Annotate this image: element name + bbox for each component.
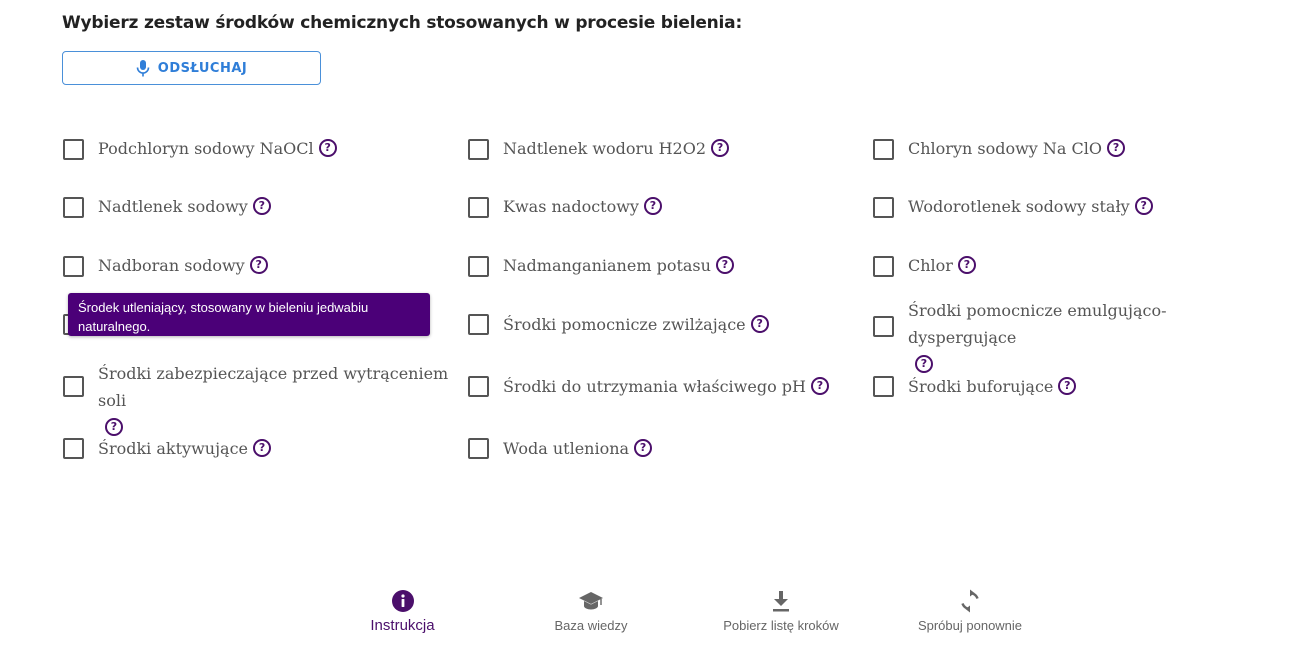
- help-icon[interactable]: ?: [634, 438, 653, 457]
- option-checkbox[interactable]: [468, 139, 489, 160]
- option-checkbox[interactable]: [63, 438, 84, 459]
- option-label: Nadboran sodowy: [98, 256, 245, 275]
- help-icon[interactable]: ?: [915, 354, 933, 373]
- help-icon[interactable]: ?: [253, 438, 272, 457]
- option-label: Podchloryn sodowy NaOCl: [98, 139, 314, 158]
- option-label: Woda utleniona: [503, 439, 630, 458]
- option-label: Środki aktywujące: [98, 439, 249, 458]
- option-label: Kwas nadoctowy: [503, 197, 639, 216]
- info-icon: [390, 588, 416, 614]
- option-label: Nadtlenek sodowy: [98, 197, 248, 216]
- listen-button[interactable]: ODSŁUCHAJ: [62, 51, 321, 85]
- option-checkbox[interactable]: [873, 376, 894, 397]
- option-checkbox[interactable]: [873, 316, 894, 337]
- help-icon[interactable]: ?: [750, 314, 769, 333]
- download-icon: [768, 588, 794, 614]
- retry-label: Spróbuj ponownie: [917, 618, 1023, 633]
- question-title: Wybierz zestaw środków chemicznych stoso…: [62, 13, 743, 33]
- option-checkbox[interactable]: [873, 197, 894, 218]
- option-checkbox[interactable]: [873, 256, 894, 277]
- help-icon[interactable]: ?: [252, 196, 271, 215]
- option-label: Środki zabezpieczające przed wytrąceniem…: [98, 364, 449, 410]
- knowledge-base-label: Baza wiedzy: [554, 618, 628, 633]
- retry-button[interactable]: Spróbuj ponownie: [913, 588, 1027, 633]
- download-steps-button[interactable]: Pobierz listę kroków: [718, 588, 844, 633]
- help-icon[interactable]: ?: [1134, 196, 1153, 215]
- option-label: Wodorotlenek sodowy stały: [908, 197, 1130, 216]
- option-label: Środki do utrzymania właściwego pH: [503, 377, 806, 396]
- download-steps-label: Pobierz listę kroków: [723, 618, 839, 633]
- help-icon[interactable]: ?: [715, 255, 734, 274]
- option-checkbox[interactable]: [63, 256, 84, 277]
- tooltip: Środek utleniający, stosowany w bieleniu…: [68, 293, 430, 336]
- help-icon[interactable]: ?: [711, 138, 730, 157]
- option-checkbox[interactable]: [63, 197, 84, 218]
- option-label: Nadmanganianem potasu: [503, 256, 711, 275]
- option-checkbox[interactable]: [468, 376, 489, 397]
- option-label: Środki pomocnicze emulgująco- dyspergują…: [908, 301, 1167, 347]
- option-checkbox[interactable]: [873, 139, 894, 160]
- option-checkbox[interactable]: [468, 438, 489, 459]
- option-checkbox[interactable]: [468, 197, 489, 218]
- option-label: Środki buforujące: [908, 377, 1054, 396]
- instruction-button[interactable]: Instrukcja: [369, 588, 436, 634]
- help-icon[interactable]: ?: [249, 255, 268, 274]
- help-icon[interactable]: ?: [957, 255, 976, 274]
- option-label: Chloryn sodowy Na ClO: [908, 139, 1103, 158]
- help-icon[interactable]: ?: [810, 376, 829, 395]
- listen-button-label: ODSŁUCHAJ: [157, 60, 248, 76]
- option-checkbox[interactable]: [63, 139, 84, 160]
- option-checkbox[interactable]: [63, 376, 84, 397]
- help-icon[interactable]: ?: [1107, 138, 1126, 157]
- footer-nav: Instrukcja Baza wiedzy Pobierz listę kro…: [0, 588, 1296, 638]
- option-checkbox[interactable]: [468, 314, 489, 335]
- option-label: Chlor: [908, 256, 953, 275]
- retry-icon: [957, 588, 983, 614]
- help-icon[interactable]: ?: [318, 138, 337, 157]
- option-label: Środki pomocnicze zwilżające: [503, 315, 746, 334]
- option-label: Nadtlenek wodoru H2O2: [503, 139, 707, 158]
- option-checkbox[interactable]: [468, 256, 489, 277]
- help-icon[interactable]: ?: [105, 417, 123, 436]
- microphone-icon: [136, 59, 150, 77]
- help-icon[interactable]: ?: [1058, 376, 1077, 395]
- graduation-cap-icon: [578, 588, 604, 614]
- knowledge-base-button[interactable]: Baza wiedzy: [548, 588, 634, 633]
- help-icon[interactable]: ?: [643, 196, 662, 215]
- instruction-label: Instrukcja: [370, 617, 435, 634]
